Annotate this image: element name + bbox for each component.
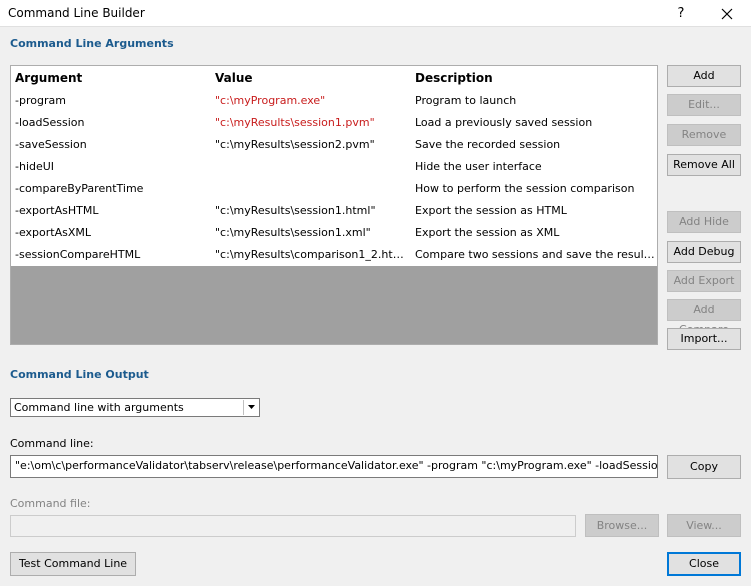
- arguments-rows: -program "c:\myProgram.exe" Program to l…: [11, 90, 657, 266]
- close-button[interactable]: Close: [667, 552, 741, 576]
- table-row[interactable]: -exportAsXML "c:\myResults\session1.xml"…: [11, 222, 657, 244]
- title-bar: Command Line Builder ?: [0, 0, 751, 27]
- value-cell: "c:\myResults\session1.pvm": [215, 116, 375, 129]
- add-compare-button[interactable]: Add Compare: [667, 299, 741, 336]
- column-header-description[interactable]: Description: [415, 71, 655, 85]
- copy-button[interactable]: Copy: [667, 455, 741, 479]
- add-debug-button[interactable]: Add Debug: [667, 241, 741, 263]
- table-row[interactable]: -compareByParentTime How to perform the …: [11, 178, 657, 200]
- view-button[interactable]: View...: [667, 514, 741, 537]
- output-section-title: Command Line Output: [10, 368, 149, 381]
- value-cell: "c:\myProgram.exe": [215, 94, 326, 107]
- table-row[interactable]: -saveSession "c:\myResults\session2.pvm"…: [11, 134, 657, 156]
- argument-cell: -loadSession: [15, 116, 85, 129]
- table-row[interactable]: -hideUI Hide the user interface: [11, 156, 657, 178]
- add-export-button[interactable]: Add Export: [667, 270, 741, 292]
- edit-button[interactable]: Edit...: [667, 94, 741, 116]
- argument-cell: -hideUI: [15, 160, 55, 173]
- command-line-value: "e:\om\c\performanceValidator\tabserv\re…: [15, 459, 658, 472]
- argument-cell: -program: [15, 94, 66, 107]
- output-mode-value: Command line with arguments: [14, 401, 184, 414]
- command-file-field[interactable]: [10, 515, 576, 537]
- list-header: Argument Value Description: [11, 66, 657, 90]
- add-hide-button[interactable]: Add Hide: [667, 211, 741, 233]
- column-header-value[interactable]: Value: [215, 71, 411, 85]
- arguments-section-title: Command Line Arguments: [10, 37, 174, 50]
- table-row[interactable]: -sessionCompareHTML "c:\myResults\compar…: [11, 244, 657, 266]
- description-cell: Program to launch: [415, 94, 517, 107]
- chevron-down-icon: [248, 405, 255, 409]
- command-line-field[interactable]: "e:\om\c\performanceValidator\tabserv\re…: [10, 455, 658, 478]
- close-window-button[interactable]: [705, 3, 749, 25]
- add-button[interactable]: Add: [667, 65, 741, 87]
- close-icon: [721, 8, 733, 20]
- argument-cell: -saveSession: [15, 138, 87, 151]
- table-row[interactable]: -program "c:\myProgram.exe" Program to l…: [11, 90, 657, 112]
- description-cell: How to perform the session comparison: [415, 182, 635, 195]
- browse-button[interactable]: Browse...: [585, 514, 659, 537]
- value-cell: "c:\myResults\comparison1_2.html": [215, 248, 411, 261]
- argument-cell: -sessionCompareHTML: [15, 248, 141, 261]
- argument-cell: -compareByParentTime: [15, 182, 144, 195]
- command-line-label: Command line:: [10, 437, 94, 450]
- import-button[interactable]: Import...: [667, 328, 741, 350]
- arguments-list[interactable]: Argument Value Description -program "c:\…: [10, 65, 658, 345]
- description-cell: Save the recorded session: [415, 138, 561, 151]
- output-mode-select[interactable]: Command line with arguments: [10, 398, 260, 417]
- argument-cell: -exportAsHTML: [15, 204, 99, 217]
- command-file-label: Command file:: [10, 497, 91, 510]
- value-cell: "c:\myResults\session1.xml": [215, 226, 371, 239]
- test-command-line-button[interactable]: Test Command Line: [10, 552, 136, 576]
- argument-cell: -exportAsXML: [15, 226, 92, 239]
- description-cell: Load a previously saved session: [415, 116, 593, 129]
- table-row[interactable]: -exportAsHTML "c:\myResults\session1.htm…: [11, 200, 657, 222]
- remove-all-button[interactable]: Remove All: [667, 154, 741, 176]
- description-cell: Export the session as XML: [415, 226, 560, 239]
- description-cell: Export the session as HTML: [415, 204, 567, 217]
- remove-button[interactable]: Remove: [667, 124, 741, 146]
- description-cell: Hide the user interface: [415, 160, 542, 173]
- window-title: Command Line Builder: [8, 6, 145, 20]
- column-header-argument[interactable]: Argument: [15, 71, 211, 85]
- value-cell: "c:\myResults\session2.pvm": [215, 138, 375, 151]
- dropdown-arrow[interactable]: [243, 400, 258, 415]
- description-cell: Compare two sessions and save the result…: [415, 248, 655, 261]
- help-button[interactable]: ?: [666, 3, 696, 25]
- table-row[interactable]: -loadSession "c:\myResults\session1.pvm"…: [11, 112, 657, 134]
- value-cell: "c:\myResults\session1.html": [215, 204, 376, 217]
